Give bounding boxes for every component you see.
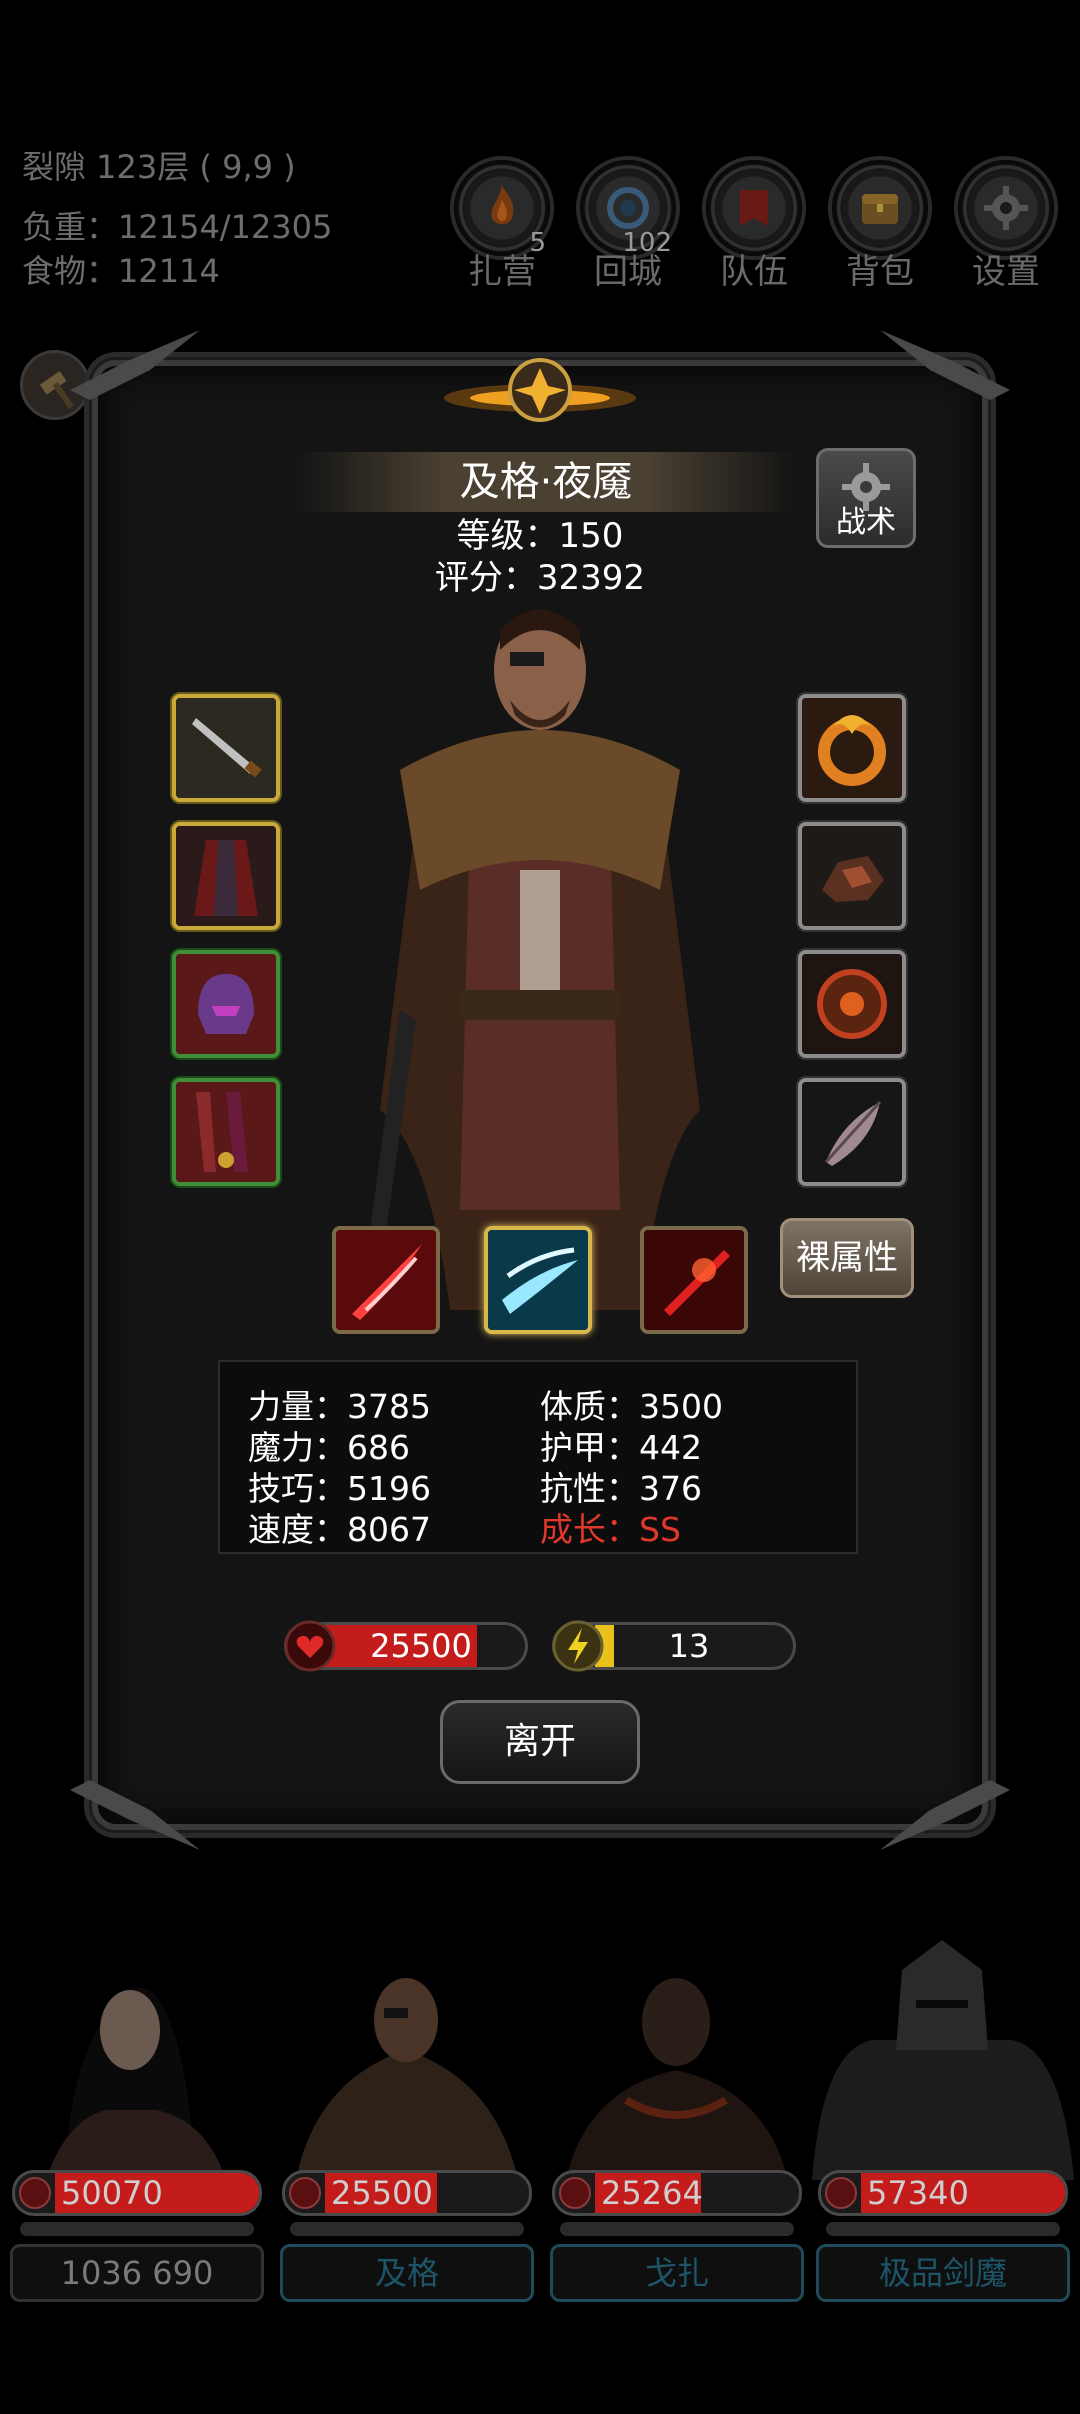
- party-portrait: [296, 1978, 518, 2180]
- return-town-button[interactable]: 102 回城: [578, 160, 678, 293]
- tactics-label: 战术: [836, 505, 896, 540]
- backpack-button[interactable]: 背包: [830, 160, 930, 293]
- gear-icon: [984, 186, 1028, 230]
- campfire-icon: [491, 186, 514, 224]
- hp-icon: [19, 2177, 51, 2209]
- belt-slot[interactable]: [172, 1078, 280, 1186]
- skill-slot-selected[interactable]: [484, 1226, 592, 1334]
- backpack-label: 背包: [846, 252, 914, 292]
- fire-ring-icon: [802, 698, 902, 798]
- party-hp-value: 25264: [601, 2174, 703, 2212]
- party-member[interactable]: 50070 1036 690: [6, 1930, 268, 2310]
- party-name: 极品剑魔: [816, 2244, 1070, 2302]
- hp-icon: [825, 2177, 857, 2209]
- hp-icon: [289, 2177, 321, 2209]
- weapon-slot[interactable]: [172, 694, 280, 802]
- frame-ornament-icon: [70, 330, 200, 400]
- party-sub-bar: [290, 2222, 524, 2236]
- settings-label: 设置: [972, 252, 1040, 292]
- party-hp-bar: 50070: [12, 2170, 262, 2216]
- settings-button[interactable]: 设置: [956, 160, 1056, 293]
- team-label: 队伍: [720, 252, 788, 292]
- blade-skill-icon: [644, 1230, 744, 1330]
- weight-text: 负重：12154/12305: [22, 208, 333, 246]
- frame-ornament-icon: [880, 330, 1010, 400]
- hp-icon: [559, 2177, 591, 2209]
- helmet-icon: [176, 954, 276, 1054]
- party-hp-bar: 25500: [282, 2170, 532, 2216]
- slash-skill-icon: [336, 1230, 436, 1330]
- accessory-slot[interactable]: [798, 1078, 906, 1186]
- bare-attributes-button[interactable]: 裸属性: [780, 1218, 914, 1298]
- party-sub-bar: [826, 2222, 1060, 2236]
- food-text: 食物：12114: [22, 252, 220, 290]
- location-text: 裂隙 123层 ( 9,9 ): [22, 148, 296, 186]
- camp-label: 扎营: [468, 252, 536, 292]
- accessory-slot[interactable]: [798, 950, 906, 1058]
- dagger-icon: [176, 698, 276, 798]
- banner-icon: [740, 190, 768, 226]
- accessory-slot[interactable]: [798, 822, 906, 930]
- camp-button[interactable]: 5 扎营: [452, 160, 552, 293]
- party-member[interactable]: 25264 戈扎: [546, 1930, 808, 2310]
- armor-slot[interactable]: [172, 822, 280, 930]
- return-town-label: 回城: [594, 252, 662, 292]
- feather-icon: [802, 1082, 902, 1182]
- skill-slot[interactable]: [332, 1226, 440, 1334]
- emblem-icon: [444, 358, 636, 422]
- party-portrait: [812, 1940, 1074, 2180]
- party-name: 1036 690: [10, 2244, 264, 2302]
- party-hp-bar: 57340: [818, 2170, 1068, 2216]
- party-portrait: [566, 1978, 788, 2180]
- party-hp-bar: 25264: [552, 2170, 802, 2216]
- skill-slot[interactable]: [640, 1226, 748, 1334]
- party-name: 戈扎: [550, 2244, 804, 2302]
- team-button[interactable]: 队伍: [704, 160, 804, 293]
- accessory-slot[interactable]: [798, 694, 906, 802]
- growth-stat: 成长：SS: [540, 1510, 681, 1549]
- party-portrait: [46, 1987, 226, 2180]
- party-hp-value: 50070: [61, 2174, 163, 2212]
- frame-ornament-icon: [880, 1780, 1010, 1850]
- disc-icon: [802, 954, 902, 1054]
- party-member[interactable]: 57340 极品剑魔: [812, 1930, 1074, 2310]
- helmet-slot[interactable]: [172, 950, 280, 1058]
- frame-ornament-icon: [70, 1780, 200, 1850]
- chest-icon: [862, 194, 898, 224]
- party-sub-bar: [20, 2222, 254, 2236]
- party-hp-value: 57340: [867, 2174, 969, 2212]
- tactics-button[interactable]: 战术: [816, 448, 916, 548]
- speed-stat: 速度：8067: [248, 1510, 431, 1549]
- character-name: 及格·夜魇: [296, 452, 796, 512]
- robe-icon: [176, 826, 276, 926]
- party-name: 及格: [280, 2244, 534, 2302]
- party-member[interactable]: 25500 及格: [276, 1930, 538, 2310]
- lightning-icon: [552, 1620, 604, 1672]
- ore-icon: [802, 826, 902, 926]
- party-hp-value: 25500: [331, 2174, 433, 2212]
- party-sub-bar: [560, 2222, 794, 2236]
- wind-skill-icon: [488, 1230, 588, 1330]
- belt-icon: [176, 1082, 276, 1182]
- leave-button[interactable]: 离开: [440, 1700, 640, 1784]
- heart-icon: [284, 1620, 336, 1672]
